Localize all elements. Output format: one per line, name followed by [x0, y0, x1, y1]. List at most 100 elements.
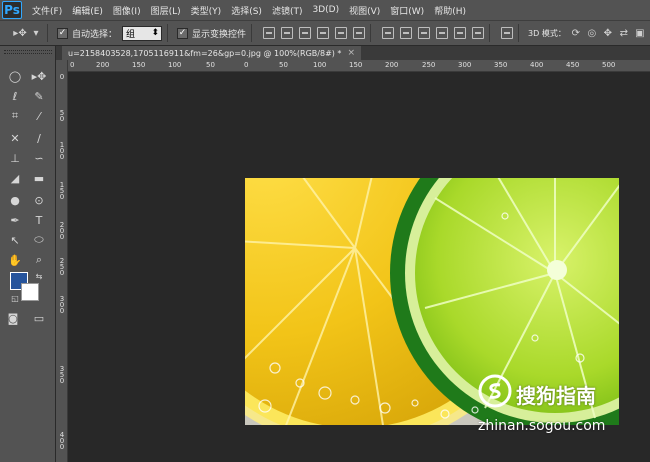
quick-mask-icon[interactable]: ◙ [4, 310, 22, 326]
ruler-label: 150 [132, 61, 146, 69]
crop-icon[interactable]: ⌗ [6, 108, 24, 124]
document-tab[interactable]: u=2158403528,1705116911&fm=26&gp=0.jpg @… [62, 46, 361, 60]
ruler-label: 0 [244, 61, 249, 69]
menu-select[interactable]: 选择(S) [231, 4, 262, 17]
ruler-label: 200 [385, 61, 399, 69]
distribute-vcenter-icon[interactable] [400, 27, 413, 39]
menu-bar: Ps 文件(F) 编辑(E) 图像(I) 图层(L) 类型(Y) 选择(S) 滤… [0, 0, 650, 20]
chevron-down-icon[interactable]: ▾ [30, 27, 42, 39]
swap-colors-icon[interactable]: ⇆ [30, 268, 48, 284]
divider [251, 24, 253, 42]
horizontal-ruler[interactable]: 0 200 150 100 50 0 50 100 150 200 250 30… [56, 60, 650, 72]
panel-grip[interactable] [4, 50, 52, 54]
close-icon[interactable]: × [347, 48, 355, 58]
shape-icon[interactable]: ⬭ [30, 232, 48, 248]
show-transform-checkbox[interactable]: ✓ [177, 27, 189, 39]
ruler-label: 1 5 0 [59, 181, 65, 201]
ruler-label: 2 5 0 [59, 257, 65, 277]
ruler-label: 300 [458, 61, 472, 69]
hand-icon[interactable]: ✋ [6, 252, 24, 268]
brush-icon[interactable]: ∕ [30, 130, 48, 146]
align-right-icon[interactable] [353, 27, 366, 39]
lasso-icon[interactable]: ℓ [6, 88, 24, 104]
ruler-label: 450 [566, 61, 580, 69]
healing-icon[interactable]: ✕ [6, 130, 24, 146]
select-arrows-icon: ⬍ [151, 28, 160, 38]
eyedropper-icon[interactable]: ⁄ [30, 108, 48, 124]
ruler-label: 400 [530, 61, 544, 69]
ruler-label: 0 [70, 61, 75, 69]
menu-layer[interactable]: 图层(L) [151, 4, 181, 17]
document-tab-title: u=2158403528,1705116911&fm=26&gp=0.jpg @… [68, 48, 342, 58]
menu-help[interactable]: 帮助(H) [434, 4, 466, 17]
divider [47, 24, 48, 42]
menu-view[interactable]: 视图(V) [349, 4, 380, 17]
watermark: 搜狗指南 zhinan.sogou.com [478, 372, 638, 434]
photoshop-logo: Ps [2, 1, 22, 19]
menu-edit[interactable]: 编辑(E) [72, 4, 103, 17]
ruler-label: 50 [279, 61, 288, 69]
move-icon[interactable]: ▸✥ [30, 68, 48, 84]
menu-window[interactable]: 窗口(W) [390, 4, 424, 17]
menu-3d[interactable]: 3D(D) [312, 5, 339, 15]
auto-select-value: 组 [126, 29, 136, 40]
menu-filter[interactable]: 滤镜(T) [272, 4, 303, 17]
auto-select-checkbox[interactable]: ✓ [57, 27, 68, 39]
distribute-top-icon[interactable] [382, 27, 395, 39]
ruler-label: 3 0 0 [59, 295, 65, 315]
marquee-icon[interactable]: ◯ [6, 68, 24, 84]
align-vcenter-icon[interactable] [281, 27, 294, 39]
align-hcenter-icon[interactable] [335, 27, 348, 39]
blur-icon[interactable]: ● [6, 192, 24, 208]
document-tabs: u=2158403528,1705116911&fm=26&gp=0.jpg @… [56, 46, 650, 60]
watermark-url: zhinan.sogou.com [478, 418, 606, 434]
ruler-label: 100 [313, 61, 327, 69]
distribute-bottom-icon[interactable] [418, 27, 431, 39]
path-select-icon[interactable]: ↖ [6, 232, 24, 248]
stamp-icon[interactable]: ⊥ [6, 150, 24, 166]
align-left-icon[interactable] [317, 27, 330, 39]
3d-slide-icon[interactable]: ⇄ [618, 27, 630, 39]
quick-select-icon[interactable]: ✎ [30, 88, 48, 104]
show-transform-label: 显示变换控件 [192, 29, 247, 40]
menu-type[interactable]: 类型(Y) [191, 4, 222, 17]
default-colors-icon[interactable]: ◱ [6, 290, 24, 306]
divider [167, 24, 169, 42]
distribute-right-icon[interactable] [472, 27, 485, 39]
ruler-label: 3 5 0 [59, 365, 65, 385]
3d-scale-icon[interactable]: ▣ [634, 27, 646, 39]
divider [489, 24, 491, 42]
ruler-label: 500 [602, 61, 616, 69]
align-bottom-icon[interactable] [299, 27, 312, 39]
type-icon[interactable]: T [30, 212, 48, 228]
ruler-label: 200 [96, 61, 110, 69]
dodge-icon[interactable]: ⊙ [30, 192, 48, 208]
screen-mode-icon[interactable]: ▭ [30, 310, 48, 326]
menu-image[interactable]: 图像(I) [113, 4, 141, 17]
mode-3d-label: 3D 模式： [528, 28, 566, 38]
3d-rotate-icon[interactable]: ⟳ [570, 27, 582, 39]
auto-select-dropdown[interactable]: 组 ⬍ [122, 25, 163, 41]
sogou-logo-icon [478, 374, 512, 408]
divider [370, 24, 372, 42]
ruler-label: 250 [422, 61, 436, 69]
distribute-left-icon[interactable] [436, 27, 449, 39]
3d-roll-icon[interactable]: ◎ [586, 27, 598, 39]
move-tool-preset-icon[interactable]: ▸✥ [13, 27, 26, 39]
align-top-icon[interactable] [263, 27, 276, 39]
ruler-label: 1 0 0 [59, 141, 65, 161]
menu-file[interactable]: 文件(F) [32, 4, 62, 17]
ruler-label: 350 [494, 61, 508, 69]
auto-select-label: 自动选择： [72, 29, 118, 40]
gradient-icon[interactable]: ▬ [30, 170, 48, 186]
eraser-icon[interactable]: ◢ [6, 170, 24, 186]
vertical-ruler[interactable]: 0 5 0 1 0 0 1 5 0 2 0 0 2 5 0 3 0 0 3 5 … [56, 60, 68, 462]
distribute-hcenter-icon[interactable] [454, 27, 467, 39]
ruler-label: 2 0 0 [59, 221, 65, 241]
history-brush-icon[interactable]: ∽ [30, 150, 48, 166]
zoom-icon[interactable]: ⌕ [30, 252, 48, 268]
3d-drag-icon[interactable]: ✥ [602, 27, 614, 39]
pen-icon[interactable]: ✒ [6, 212, 24, 228]
divider [518, 24, 520, 42]
auto-align-icon[interactable] [501, 27, 514, 39]
